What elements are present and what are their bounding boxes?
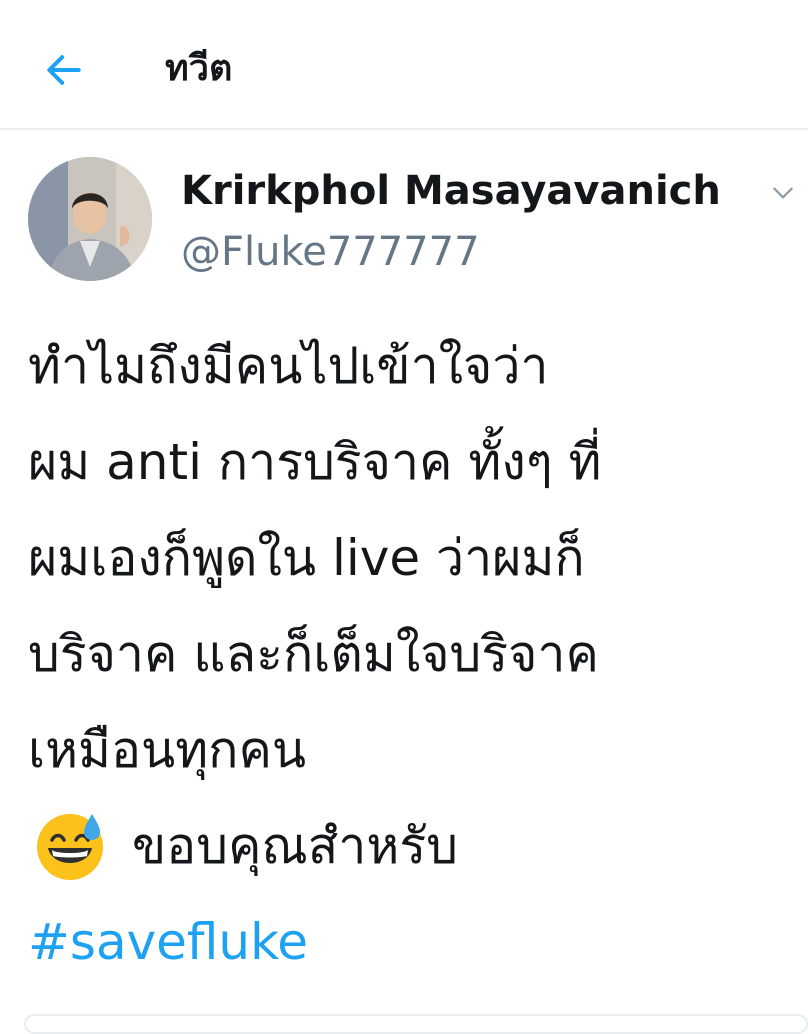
tweet-line: เหมือนทุกคน: [28, 721, 307, 779]
emoji-line: ขอบคุณสำหรับ: [28, 798, 788, 894]
page-title: ทวีต: [165, 48, 233, 89]
avatar[interactable]: [28, 157, 152, 281]
grinning-face-with-sweat-icon: [37, 814, 103, 880]
top-bar: ทวีต: [0, 0, 808, 130]
author-name[interactable]: Krirkphol Masayavanich: [181, 165, 721, 217]
avatar-photo: [28, 157, 152, 281]
tweet-line: ผมเองก็พูดใน live ว่าผมก็: [28, 529, 585, 587]
tweet-text: ทำไมถึงมีคนไปเข้าใจว่า ผม anti การบริจาค…: [28, 318, 788, 990]
tweet-line: ทำไมถึงมีคนไปเข้าใจว่า: [28, 337, 549, 395]
author-handle[interactable]: @Fluke777777: [181, 226, 480, 278]
arrow-left-icon: [47, 55, 81, 85]
back-button[interactable]: [36, 42, 92, 98]
chevron-down-icon: [773, 187, 793, 199]
tweet-line: ผม anti การบริจาค ทั้งๆ ที่: [28, 433, 602, 491]
hashtag-link[interactable]: #savefluke: [28, 894, 788, 990]
tweet-line: บริจาค และก็เต็มใจบริจาค: [28, 625, 599, 683]
tweet-line: ขอบคุณสำหรับ: [132, 817, 458, 875]
more-options-button[interactable]: [766, 176, 800, 210]
next-card-edge: [24, 1014, 808, 1034]
